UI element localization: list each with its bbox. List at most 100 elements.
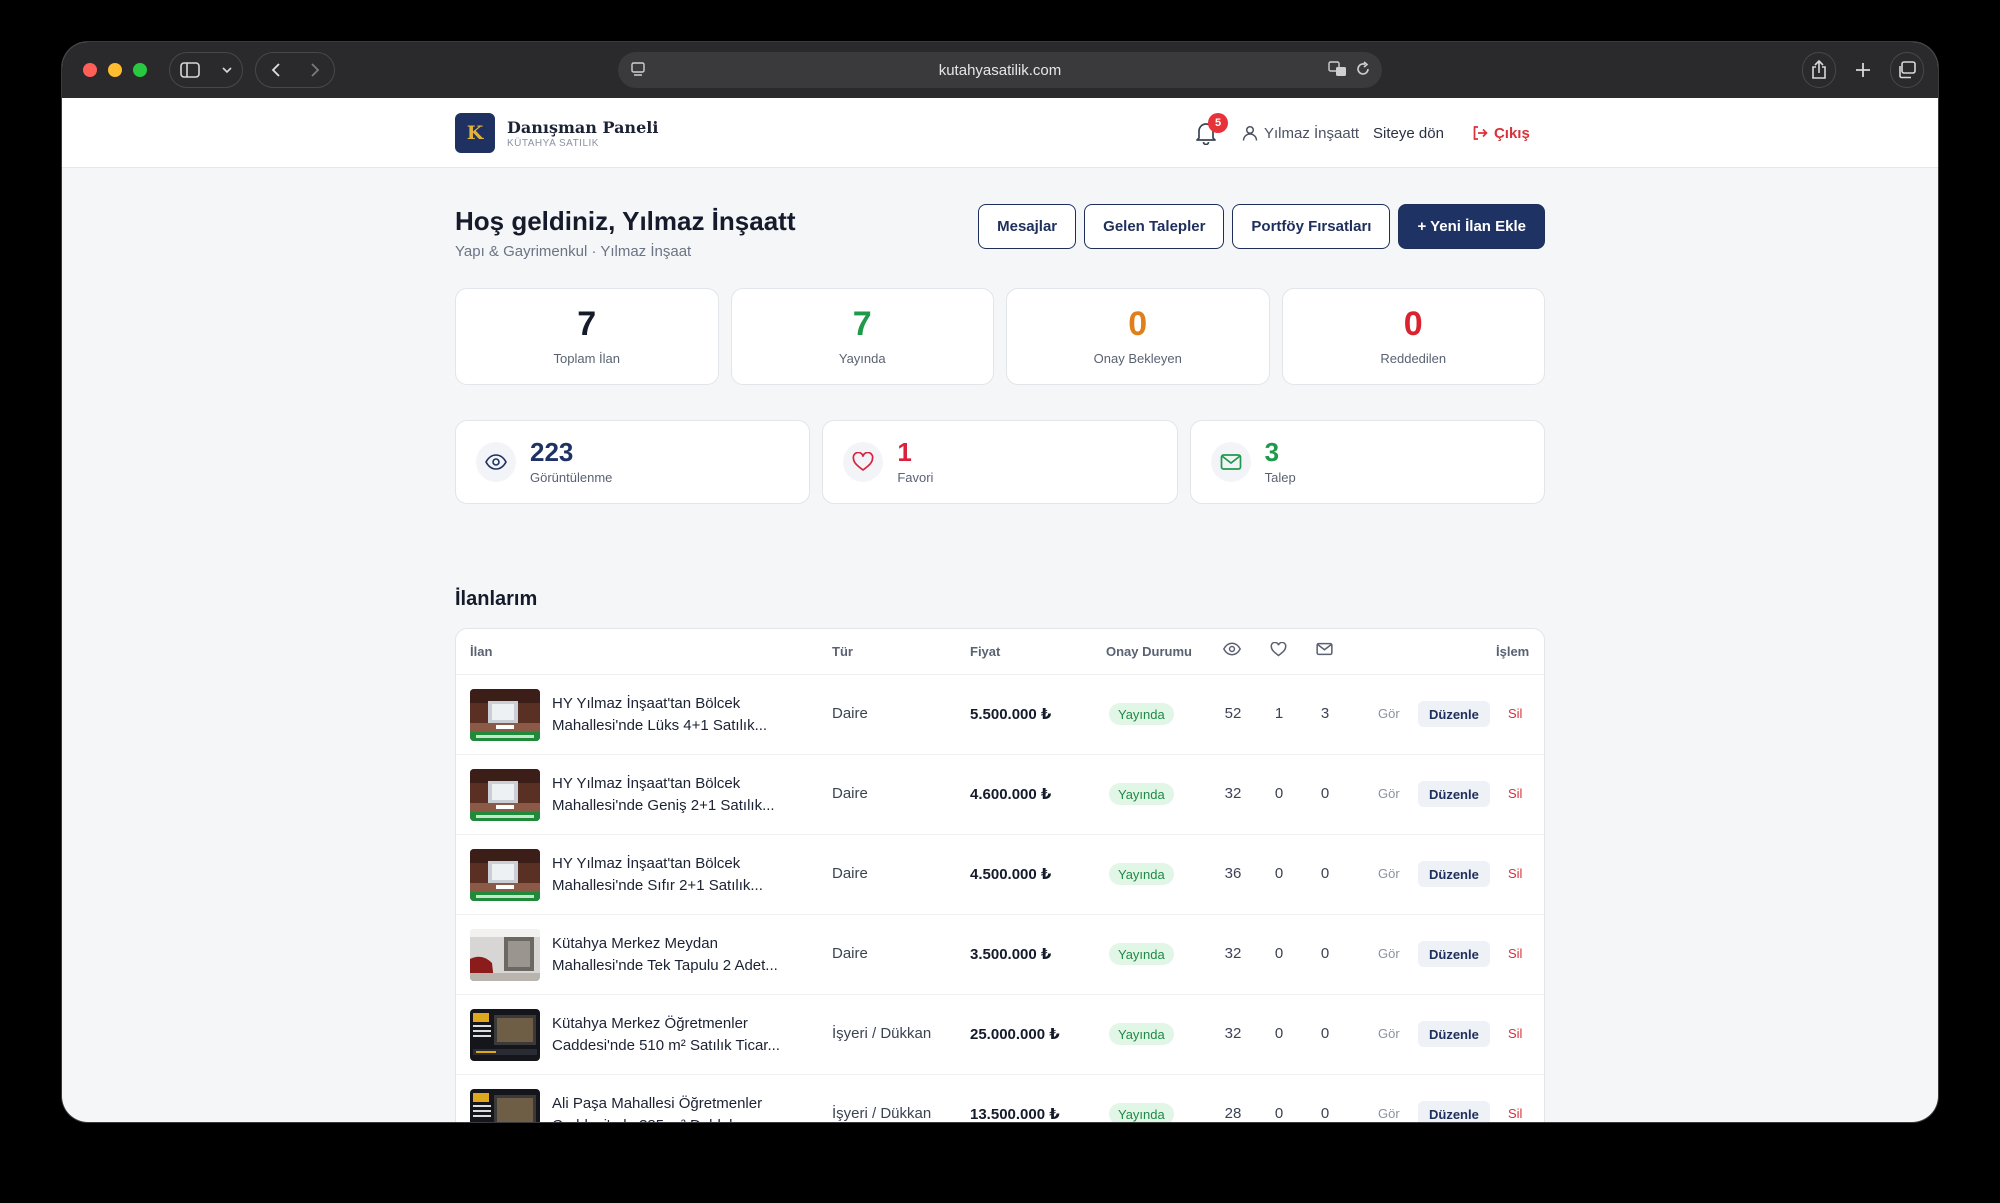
notifications-button[interactable]: 5 — [1190, 113, 1228, 149]
app-header: K Danışman Paneli KÜTAHYA SATILIK 5 Yılm… — [62, 98, 1938, 168]
zoom-window-button[interactable] — [133, 63, 147, 77]
delete-listing-link[interactable]: Sil — [1508, 1106, 1522, 1121]
view-listing-link[interactable]: Gör — [1378, 946, 1400, 961]
logout-button[interactable]: Çıkış — [1472, 125, 1530, 142]
delete-listing-link[interactable]: Sil — [1508, 1026, 1522, 1041]
listing-title-line1: Kütahya Merkez Öğretmenler — [552, 1015, 748, 1032]
page-menu-icon[interactable] — [630, 61, 646, 77]
translate-icon[interactable] — [1328, 60, 1348, 78]
add-listing-button[interactable]: + Yeni İlan Ekle — [1398, 204, 1545, 249]
portfolio-opportunities-button[interactable]: Portföy Fırsatları — [1232, 204, 1391, 249]
request-count: 0 — [1320, 1025, 1330, 1042]
delete-listing-link[interactable]: Sil — [1508, 706, 1522, 721]
close-window-button[interactable] — [83, 63, 97, 77]
back-to-site-link[interactable]: Siteye dön — [1373, 125, 1444, 142]
welcome-section: Hoş geldiniz, Yılmaz İnşaatt Yapı & Gayr… — [455, 206, 796, 260]
view-listing-link[interactable]: Gör — [1378, 786, 1400, 801]
brand-logo-link[interactable]: K Danışman Paneli KÜTAHYA SATILIK — [455, 113, 658, 153]
new-tab-button[interactable] — [1846, 52, 1880, 88]
table-header: İlan Tür Fiyat Onay Durumu İşlem — [456, 629, 1544, 675]
listing-price: 13.500.000 ₺ — [970, 1106, 1060, 1122]
listing-price: 4.500.000 ₺ — [970, 866, 1052, 883]
listing-title[interactable]: Ali Paşa Mahallesi Öğretmenler Caddesi'n… — [552, 1093, 802, 1122]
listing-title-line2: Mahallesi'nde Geniş 2+1 Satılık... — [552, 797, 775, 814]
chevron-down-icon — [222, 67, 232, 74]
listing-title[interactable]: HY Yılmaz İnşaat'tan Bölcek Mahallesi'nd… — [552, 773, 802, 817]
page-subtitle: Yapı & Gayrimenkul · Yılmaz İnşaat — [455, 243, 692, 260]
incoming-requests-button[interactable]: Gelen Talepler — [1084, 204, 1225, 249]
views-column-eye-icon — [1223, 642, 1241, 656]
stat-rejected: 0 Reddedilen — [1281, 288, 1545, 385]
listing-thumbnail[interactable] — [470, 769, 540, 821]
metric-label: Talep — [1264, 470, 1296, 485]
view-listing-link[interactable]: Gör — [1378, 1106, 1400, 1121]
stat-label: Onay Bekleyen — [1093, 351, 1182, 366]
metric-label: Favori — [897, 470, 934, 485]
view-listing-link[interactable]: Gör — [1378, 706, 1400, 721]
edit-listing-button[interactable]: Düzenle — [1418, 701, 1490, 727]
edit-listing-button[interactable]: Düzenle — [1418, 861, 1490, 887]
edit-listing-button[interactable]: Düzenle — [1418, 1021, 1490, 1047]
history-navigation — [255, 52, 335, 88]
page-title: Hoş geldiniz, Yılmaz İnşaatt — [455, 206, 796, 236]
stat-value: 7 — [852, 305, 872, 343]
edit-listing-button[interactable]: Düzenle — [1418, 941, 1490, 967]
requests-column-mail-icon — [1316, 642, 1333, 656]
listing-price: 3.500.000 ₺ — [970, 946, 1052, 963]
listing-thumbnail[interactable] — [470, 1089, 540, 1122]
brand-title: Danışman Paneli — [507, 117, 659, 137]
view-count: 36 — [1224, 865, 1242, 882]
delete-listing-link[interactable]: Sil — [1508, 866, 1522, 881]
reload-icon[interactable] — [1354, 60, 1372, 78]
listing-thumbnail[interactable] — [470, 849, 540, 901]
listing-title-line1: HY Yılmaz İnşaat'tan Bölcek — [552, 855, 741, 872]
view-count: 32 — [1224, 785, 1242, 802]
table-row: Kütahya Merkez Meydan Mahallesi'nde Tek … — [456, 915, 1544, 995]
address-bar[interactable]: kutahyasatilik.com — [618, 52, 1382, 88]
listing-type: Daire — [832, 945, 868, 962]
sidebar-toggle-button[interactable] — [169, 52, 243, 88]
browser-toolbar: kutahyasatilik.com — [62, 42, 1938, 98]
back-arrow-icon[interactable] — [270, 62, 282, 78]
user-menu[interactable]: Yılmaz İnşaatt — [1242, 125, 1359, 142]
messages-button[interactable]: Mesajlar — [978, 204, 1077, 249]
table-row: Kütahya Merkez Öğretmenler Caddesi'nde 5… — [456, 995, 1544, 1075]
status-badge: Yayında — [1109, 1023, 1174, 1045]
listing-title[interactable]: Kütahya Merkez Öğretmenler Caddesi'nde 5… — [552, 1013, 802, 1057]
listing-thumbnail[interactable] — [470, 1009, 540, 1061]
listing-title-line2: Mahallesi'nde Sıfır 2+1 Satılık... — [552, 877, 763, 894]
listing-title-line1: Kütahya Merkez Meydan — [552, 935, 718, 952]
logout-icon — [1473, 126, 1488, 140]
stat-total-listings: 7 Toplam İlan — [455, 288, 719, 385]
view-count: 32 — [1224, 1025, 1242, 1042]
listing-title-line1: HY Yılmaz İnşaat'tan Bölcek — [552, 775, 741, 792]
metric-value: 3 — [1264, 437, 1280, 467]
view-listing-link[interactable]: Gör — [1378, 1026, 1400, 1041]
delete-listing-link[interactable]: Sil — [1508, 946, 1522, 961]
tab-overview-button[interactable] — [1890, 52, 1924, 88]
listing-title[interactable]: HY Yılmaz İnşaat'tan Bölcek Mahallesi'nd… — [552, 693, 802, 737]
listing-thumbnail[interactable] — [470, 689, 540, 741]
column-header-action: İşlem — [1496, 644, 1530, 659]
stat-published: 7 Yayında — [730, 288, 994, 385]
listing-thumbnail[interactable] — [470, 929, 540, 981]
metric-value: 223 — [530, 437, 574, 467]
view-listing-link[interactable]: Gör — [1378, 866, 1400, 881]
listing-type: İşyeri / Dükkan — [832, 1025, 932, 1042]
listing-title[interactable]: Kütahya Merkez Meydan Mahallesi'nde Tek … — [552, 933, 802, 977]
stat-label: Yayında — [838, 351, 886, 366]
edit-listing-button[interactable]: Düzenle — [1418, 1101, 1490, 1122]
edit-listing-button[interactable]: Düzenle — [1418, 781, 1490, 807]
interior-photo-icon — [470, 769, 540, 821]
listing-title[interactable]: HY Yılmaz İnşaat'tan Bölcek Mahallesi'nd… — [552, 853, 802, 897]
column-header-price: Fiyat — [970, 644, 1001, 659]
share-button[interactable] — [1802, 52, 1836, 88]
stat-label: Toplam İlan — [553, 351, 620, 366]
plus-icon — [1856, 63, 1870, 77]
favorite-count: 0 — [1274, 1025, 1284, 1042]
forward-arrow-icon[interactable] — [309, 62, 321, 78]
minimize-window-button[interactable] — [108, 63, 122, 77]
brand-logo: K — [455, 113, 495, 153]
favorites-column-heart-icon — [1270, 642, 1287, 657]
delete-listing-link[interactable]: Sil — [1508, 786, 1522, 801]
